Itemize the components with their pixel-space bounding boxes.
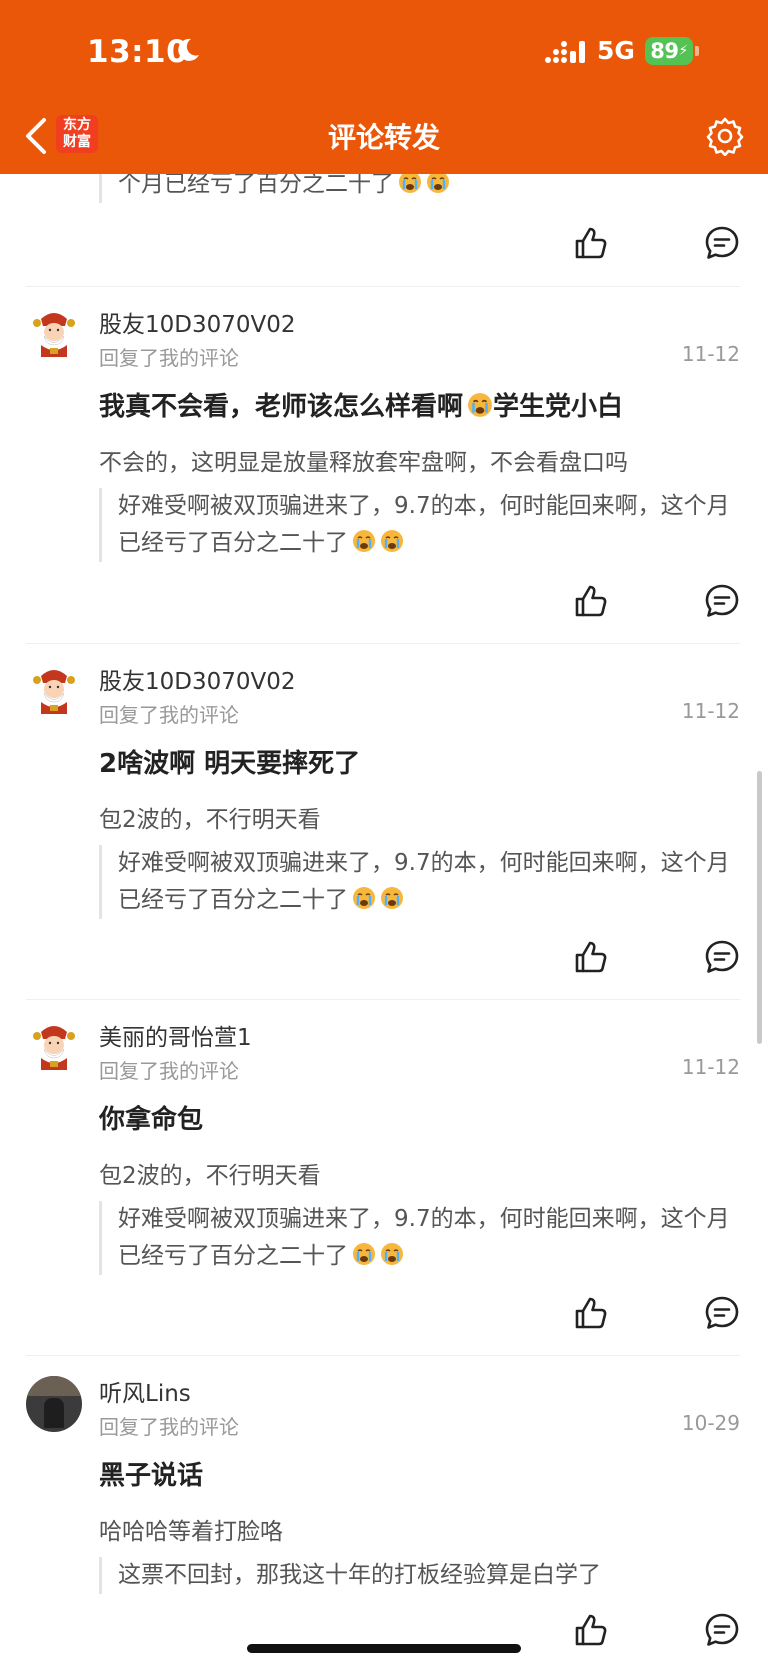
reply-subtitle: 回复了我的评论 <box>99 1415 239 1439</box>
crying-emoji-icon <box>380 1242 404 1266</box>
quoted-post: 这票不回封，那我这十年的打板经验算是白学了 <box>99 1557 748 1594</box>
avatar[interactable] <box>26 305 82 361</box>
crying-emoji-icon <box>467 392 493 418</box>
timestamp: 11-12 <box>681 342 740 366</box>
gear-icon[interactable] <box>705 116 745 156</box>
crying-emoji-icon <box>352 529 376 553</box>
quoted-post: 好难受啊被双顶骗进来了，9.7的本，何时能回来啊，这个月已经亏了百分之二十了 <box>99 488 748 562</box>
comment-bubble-icon[interactable] <box>703 1611 741 1649</box>
comment-bubble-icon[interactable] <box>703 582 741 620</box>
reply-text: 你拿命包 <box>99 1105 204 1135</box>
quoted-post: 好难受啊被双顶骗进来了，9.7的本，何时能回来啊，这个月已经亏了百分之二十了 <box>99 1201 748 1275</box>
original-comment: 哈哈哈等着打脸咯 <box>99 1519 283 1545</box>
list-item[interactable]: 股友10D3070V02 回复了我的评论 11-12 我真不会看，老师该怎么样看… <box>0 287 768 644</box>
list-item[interactable]: 美丽的哥怡萱1 回复了我的评论 11-12 你拿命包 包2波的，不行明天看 好难… <box>0 1000 768 1356</box>
comment-bubble-icon[interactable] <box>703 224 741 262</box>
username[interactable]: 听风Lins <box>99 1374 191 1408</box>
avatar[interactable] <box>26 1018 82 1074</box>
network-type: 5G <box>597 36 635 65</box>
reply-subtitle: 回复了我的评论 <box>99 1059 239 1083</box>
reply-subtitle: 回复了我的评论 <box>99 703 239 727</box>
reply-subtitle: 回复了我的评论 <box>99 346 239 370</box>
reply-text: 我真不会看，老师该怎么样看啊 学生党小白 <box>99 392 624 422</box>
quoted-post: 好难受啊被双顶骗进来了，9.7的本，何时能回来啊，这个月已经亏了百分之二十了 <box>99 845 748 919</box>
crying-emoji-icon <box>380 529 404 553</box>
crying-emoji-icon <box>380 886 404 910</box>
list-item[interactable]: 股友10D3070V02 回复了我的评论 11-12 2啥波啊 明天要摔死了 包… <box>0 644 768 1000</box>
reply-text: 2啥波啊 明天要摔死了 <box>99 749 361 779</box>
reply-text: 黑子说话 <box>99 1461 204 1491</box>
page-title: 评论转发 <box>327 121 440 154</box>
comment-bubble-icon[interactable] <box>703 938 741 976</box>
crying-emoji-icon <box>352 1242 376 1266</box>
thumbs-up-icon[interactable] <box>573 224 611 262</box>
app-header: 13:10 5G 89 ⚡ 东方 财富 评论转发 <box>0 0 768 174</box>
signal-icon <box>545 41 585 63</box>
avatar-photo-detail <box>44 1398 64 1428</box>
thumbs-up-icon[interactable] <box>573 1294 611 1332</box>
list-item[interactable]: 听风Lins 回复了我的评论 10-29 黑子说话 哈哈哈等着打脸咯 这票不回封… <box>0 1356 768 1665</box>
battery-cap <box>695 46 699 56</box>
timestamp: 10-29 <box>681 1411 740 1435</box>
original-comment: 包2波的，不行明天看 <box>99 1163 321 1189</box>
charging-bolt-icon: ⚡ <box>678 43 688 59</box>
original-comment: 不会的，这明显是放量释放套牢盘啊，不会看盘口吗 <box>99 450 628 476</box>
battery-level: 89 <box>650 39 679 63</box>
scrollbar[interactable] <box>757 771 762 1044</box>
original-comment: 包2波的，不行明天看 <box>99 807 321 833</box>
username[interactable]: 股友10D3070V02 <box>99 662 296 696</box>
battery-indicator: 89 ⚡ <box>645 37 693 65</box>
username[interactable]: 股友10D3070V02 <box>99 305 296 339</box>
moon-icon <box>178 38 199 61</box>
avatar[interactable] <box>26 1376 82 1432</box>
timestamp: 11-12 <box>681 1055 740 1079</box>
avatar[interactable] <box>26 662 82 718</box>
home-indicator <box>247 1644 521 1653</box>
crying-emoji-icon <box>352 886 376 910</box>
username[interactable]: 美丽的哥怡萱1 <box>99 1018 252 1052</box>
thumbs-up-icon[interactable] <box>573 938 611 976</box>
timestamp: 11-12 <box>681 699 740 723</box>
avatar-photo <box>26 1376 82 1396</box>
thumbs-up-icon[interactable] <box>573 1611 611 1649</box>
comment-bubble-icon[interactable] <box>703 1294 741 1332</box>
thumbs-up-icon[interactable] <box>573 582 611 620</box>
